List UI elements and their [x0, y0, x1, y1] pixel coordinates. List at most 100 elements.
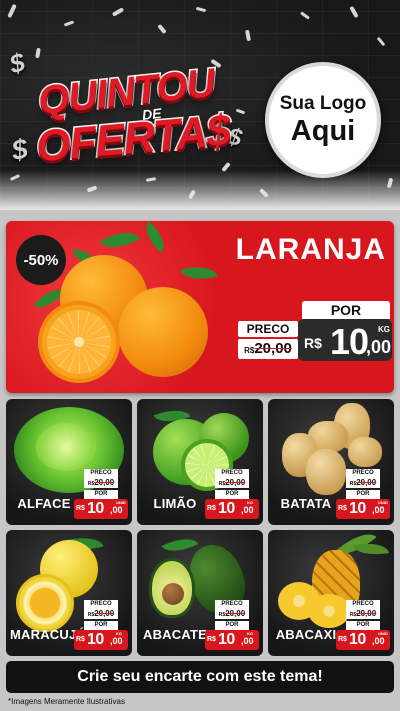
product-name: ALFACE: [17, 496, 71, 511]
por-label: POR: [84, 490, 118, 499]
preco-label: PRECO: [238, 321, 298, 337]
product-card-alface: ALFACE PRECO R$20,00 POR R$ 10 ,00 UNID: [6, 399, 132, 525]
new-price: R$ 10 ,00 KG: [298, 319, 392, 362]
price-block: PRECO R$20,00 POR R$ 10 ,00 UNID: [336, 469, 390, 519]
featured-product-card: -50% LARANJA POR PRECO R$20,00 R$ 10 ,00…: [6, 221, 394, 393]
preco-label: PRECO: [215, 469, 249, 478]
preco-label: PRECO: [84, 469, 118, 478]
por-label: POR: [302, 301, 390, 319]
new-price: R$ 10 ,00 KG: [205, 630, 259, 650]
disclaimer-text: *Imagens Meramente Ilustrativas: [8, 697, 125, 706]
price-decimal: ,00: [372, 505, 385, 515]
price-decimal: ,00: [241, 636, 254, 646]
price-unit: UNID: [116, 500, 126, 505]
lettuce-image: [36, 423, 96, 471]
avocado-leaf-image: [161, 531, 199, 559]
price-currency: R$: [76, 636, 85, 643]
featured-product-name: LARANJA: [235, 233, 386, 266]
product-name: MARACUJÁ: [10, 627, 86, 642]
promo-title: QUINTOU DE OFERTA$: [18, 59, 258, 180]
price-integer: 10: [349, 631, 366, 648]
old-price-value: 20,00: [225, 478, 246, 487]
price-integer: 10: [349, 500, 366, 517]
price-block: PRECO R$20,00 POR R$ 10 ,00 KG: [205, 600, 259, 650]
old-price: R$20,00: [346, 478, 380, 488]
por-label: POR: [84, 621, 118, 630]
preco-label: PRECO: [346, 469, 380, 478]
preco-label: PRECO: [215, 600, 249, 609]
price-decimal: ,00: [366, 337, 392, 357]
price-currency: R$: [76, 505, 85, 512]
price-currency: R$: [207, 505, 216, 512]
product-card-abacaxi: ABACAXI PRECO R$20,00 POR R$ 10 ,00 UNID: [268, 530, 394, 656]
old-price: R$20,00: [84, 478, 118, 488]
price-decimal: ,00: [372, 636, 385, 646]
price-unit: UNID: [378, 500, 388, 505]
old-price-value: 20,00: [356, 609, 377, 618]
avocado-seed-image: [162, 583, 184, 605]
price-unit: UNID: [378, 631, 388, 636]
old-price: R$20,00: [215, 609, 249, 619]
price-unit: KG: [378, 325, 390, 334]
price-currency: R$: [338, 636, 347, 643]
price-integer: 10: [87, 631, 104, 648]
cta-banner[interactable]: Crie seu encarte com este tema!: [6, 661, 394, 693]
price-integer: 10: [330, 321, 369, 362]
por-label: POR: [215, 490, 249, 499]
header-banner: $ $ $ QUINTOU DE OFERTA$ Sua Logo Aqui: [0, 0, 400, 210]
old-price: R$20,00: [84, 609, 118, 619]
price-block: PRECO R$20,00 POR R$ 10 ,00 KG: [205, 469, 259, 519]
price-decimal: ,00: [110, 636, 123, 646]
old-price-value: 20,00: [356, 478, 377, 487]
price-unit: KG: [247, 500, 253, 505]
product-name: ABACAXI: [275, 627, 337, 642]
product-card-batata: BATATA PRECO R$20,00 POR R$ 10 ,00 UNID: [268, 399, 394, 525]
price-block: PRECO R$20,00 POR R$ 10 ,00 UNID: [336, 600, 390, 650]
passion-fruit-half-image: [16, 574, 74, 632]
old-price: R$20,00: [238, 339, 298, 359]
product-name: ABACATE: [143, 627, 207, 642]
logo-placeholder: Sua Logo Aqui: [265, 62, 381, 178]
product-card-abacate: ABACATE PRECO R$20,00 POR R$ 10 ,00 KG: [137, 530, 263, 656]
preco-label: PRECO: [346, 600, 380, 609]
price-decimal: ,00: [110, 505, 123, 515]
old-price-value: 20,00: [94, 478, 115, 487]
old-price: R$20,00: [215, 478, 249, 488]
logo-line2: Aqui: [290, 115, 356, 147]
orange-half-image: [38, 301, 120, 383]
old-price-currency: R$: [244, 346, 255, 355]
price-currency: R$: [207, 636, 216, 643]
price-currency: R$: [338, 505, 347, 512]
old-price-value: 20,00: [254, 340, 292, 357]
header-bottom-fade: [0, 170, 400, 210]
product-name: BATATA: [280, 496, 332, 511]
product-card-limao: LIMÃO PRECO R$20,00 POR R$ 10 ,00 KG: [137, 399, 263, 525]
new-price: R$ 10 ,00 KG: [205, 499, 259, 519]
price-integer: 10: [87, 500, 104, 517]
price-integer: 10: [218, 500, 235, 517]
old-price-value: 20,00: [94, 609, 115, 618]
price-block: PRECO R$20,00 POR R$ 10 ,00 UNID: [74, 469, 128, 519]
price-currency: R$: [304, 335, 322, 351]
por-label: POR: [346, 490, 380, 499]
new-price: R$ 10 ,00 UNID: [74, 499, 128, 519]
new-price: R$ 10 ,00 UNID: [336, 499, 390, 519]
orange-image: [118, 287, 208, 377]
price-unit: KG: [247, 631, 253, 636]
new-price: R$ 10 ,00 UNID: [336, 630, 390, 650]
product-name: LIMÃO: [153, 496, 197, 511]
avocado-half-image: [149, 558, 195, 618]
discount-badge: -50%: [16, 235, 66, 285]
price-integer: 10: [218, 631, 235, 648]
new-price: R$ 10 ,00 KG: [74, 630, 128, 650]
product-card-maracuja: MARACUJÁ PRECO R$20,00 POR R$ 10 ,00 KG: [6, 530, 132, 656]
por-label: POR: [215, 621, 249, 630]
logo-line1: Sua Logo: [279, 93, 367, 114]
price-block: PRECO R$20,00 POR R$ 10 ,00 KG: [74, 600, 128, 650]
price-decimal: ,00: [241, 505, 254, 515]
old-price: R$20,00: [346, 609, 380, 619]
featured-price-block: POR PRECO R$20,00 R$ 10 ,00 KG: [238, 301, 392, 365]
price-unit: KG: [116, 631, 122, 636]
por-label: POR: [346, 621, 380, 630]
potato-image: [348, 437, 382, 467]
